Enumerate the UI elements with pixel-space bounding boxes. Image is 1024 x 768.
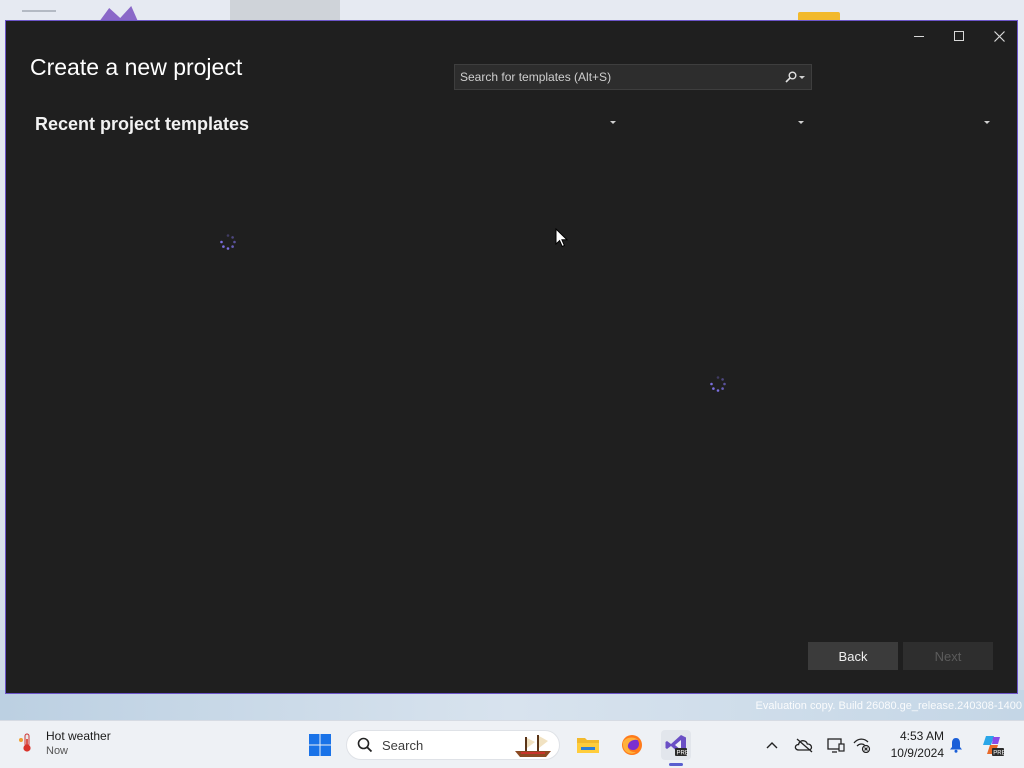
clock-time: 4:53 AM <box>899 729 944 743</box>
display-icon <box>827 738 845 753</box>
desktop-window-partial <box>230 0 340 20</box>
template-search-box <box>454 64 812 90</box>
windows-logo-icon <box>309 734 331 756</box>
create-project-dialog: Create a new project Recent project temp… <box>5 20 1018 694</box>
weather-title: Hot weather <box>46 729 111 743</box>
close-icon <box>993 30 1005 42</box>
onedrive-status-button[interactable] <box>794 735 814 755</box>
weather-subtitle: Now <box>46 745 69 757</box>
svg-text:PRE: PRE <box>677 751 689 757</box>
template-search-input[interactable] <box>455 65 779 89</box>
chevron-down-icon <box>798 120 804 124</box>
copilot-preview-button[interactable]: PRE <box>980 733 1004 757</box>
maximize-button[interactable] <box>939 21 979 51</box>
weather-widget[interactable]: Hot weather Now <box>16 729 111 757</box>
bell-icon <box>950 738 962 753</box>
maximize-icon <box>954 31 964 41</box>
search-icon <box>785 71 797 83</box>
taskbar-clock[interactable]: 4:53 AM 10/9/2024 <box>880 729 944 760</box>
language-filter-dropdown[interactable] <box>606 115 620 129</box>
firefox-icon <box>622 735 642 755</box>
onedrive-offline-icon <box>794 738 813 753</box>
start-button[interactable] <box>306 731 334 759</box>
chevron-down-icon <box>610 120 616 124</box>
desktop-icon-partial <box>22 10 56 12</box>
loading-spinner-icon <box>710 376 726 392</box>
thermometer-icon <box>19 733 31 752</box>
clock-date: 10/9/2024 <box>890 746 944 760</box>
page-title: Create a new project <box>30 54 243 80</box>
close-button[interactable] <box>979 21 1019 51</box>
search-highlight-ship-icon <box>515 735 551 757</box>
project-type-filter-dropdown[interactable] <box>980 115 994 129</box>
chevron-down-icon <box>984 120 990 124</box>
evaluation-watermark: Evaluation copy. Build 26080.ge_release.… <box>755 700 1022 712</box>
notifications-button[interactable] <box>946 735 966 755</box>
search-options-button[interactable] <box>779 65 811 89</box>
next-button[interactable]: Next <box>903 642 993 670</box>
recent-templates-heading: Recent project templates <box>35 114 250 134</box>
file-explorer-button[interactable] <box>573 730 603 760</box>
firefox-button[interactable] <box>617 730 647 760</box>
minimize-icon <box>914 35 924 37</box>
taskbar: Hot weather Now Search PRE 4:53 AM 10/9/… <box>0 720 1024 768</box>
minimize-button[interactable] <box>899 21 939 51</box>
platform-filter-dropdown[interactable] <box>794 115 808 129</box>
chevron-down-icon <box>799 75 805 79</box>
taskbar-search-label: Search <box>382 737 424 753</box>
active-app-indicator <box>669 763 683 766</box>
show-hidden-icons-button[interactable] <box>762 735 782 755</box>
svg-text:PRE: PRE <box>993 751 1004 757</box>
search-icon <box>357 737 373 753</box>
mouse-cursor-icon <box>555 228 569 248</box>
visual-studio-preview-icon: PRE <box>665 735 689 757</box>
taskbar-search-box[interactable]: Search <box>346 730 560 760</box>
network-status-button[interactable] <box>852 735 872 755</box>
chevron-up-icon <box>766 742 778 749</box>
network-disconnected-icon <box>853 738 871 753</box>
copilot-icon: PRE <box>983 736 1004 757</box>
file-explorer-icon <box>577 738 599 753</box>
display-settings-button[interactable] <box>826 735 846 755</box>
back-button[interactable]: Back <box>808 642 898 670</box>
loading-spinner-icon <box>220 234 236 250</box>
visual-studio-preview-button[interactable]: PRE <box>661 730 691 760</box>
